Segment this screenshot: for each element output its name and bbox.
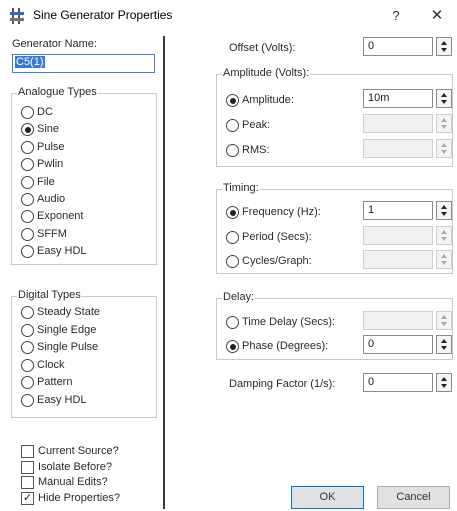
peak-radio[interactable] bbox=[226, 119, 239, 132]
analogue-type-label: Pulse bbox=[37, 140, 65, 153]
cancel-button[interactable]: Cancel bbox=[377, 486, 450, 509]
option-checkbox[interactable] bbox=[21, 476, 34, 490]
cycles-label: Cycles/Graph: bbox=[242, 255, 312, 267]
analogue-type-label: File bbox=[37, 175, 55, 188]
generator-name-value: C5(1) bbox=[15, 56, 45, 68]
generator-app-icon bbox=[10, 8, 24, 24]
rms-input[interactable] bbox=[363, 139, 433, 158]
period-input[interactable] bbox=[363, 226, 433, 245]
delay-title: Delay: bbox=[222, 291, 256, 303]
analogue-type-label: Exponent bbox=[37, 210, 84, 223]
digital-type-label: Single Pulse bbox=[37, 341, 99, 354]
option-checkbox-label: Current Source? bbox=[38, 445, 119, 457]
option-checkbox[interactable] bbox=[21, 460, 34, 474]
offset-input[interactable]: 0 bbox=[363, 37, 433, 56]
analogue-type-radio[interactable] bbox=[21, 175, 34, 189]
frequency-label: Frequency (Hz): bbox=[242, 206, 321, 218]
cycles-spinner[interactable] bbox=[436, 250, 452, 269]
digital-types-title: Digital Types bbox=[17, 289, 82, 301]
amplitude-spinner[interactable] bbox=[436, 89, 452, 108]
peak-label: Peak: bbox=[242, 119, 271, 131]
cycles-radio[interactable] bbox=[226, 255, 239, 268]
rms-radio[interactable] bbox=[226, 144, 239, 157]
frequency-spinner[interactable] bbox=[436, 201, 452, 220]
damping-spinner[interactable] bbox=[436, 373, 452, 392]
analogue-type-radio[interactable] bbox=[21, 140, 34, 154]
amplitude-title: Amplitude (Volts): bbox=[222, 67, 311, 79]
analogue-type-label: Easy HDL bbox=[37, 245, 87, 258]
analogue-type-label: Sine bbox=[37, 123, 60, 136]
offset-label: Offset (Volts): bbox=[229, 42, 296, 54]
period-label: Period (Secs): bbox=[242, 231, 312, 243]
window-title: Sine Generator Properties bbox=[33, 8, 173, 22]
digital-type-label: Easy HDL bbox=[37, 394, 87, 406]
phase-input[interactable]: 0 bbox=[363, 335, 433, 354]
digital-type-radio[interactable] bbox=[21, 323, 34, 337]
digital-type-label: Pattern bbox=[37, 376, 73, 389]
analogue-type-label: Pwlin bbox=[37, 158, 64, 171]
column-divider bbox=[163, 36, 165, 509]
ok-button[interactable]: OK bbox=[291, 486, 364, 509]
phase-spinner[interactable] bbox=[436, 335, 452, 354]
amplitude-label: Amplitude: bbox=[242, 94, 294, 106]
close-button[interactable]: ✕ bbox=[426, 6, 448, 26]
analogue-type-label: SFFM bbox=[37, 227, 67, 240]
peak-spinner[interactable] bbox=[436, 114, 452, 133]
generator-name-label: Generator Name: bbox=[12, 38, 97, 50]
digital-type-radio[interactable] bbox=[21, 306, 34, 319]
amplitude-input[interactable]: 10m bbox=[363, 89, 433, 108]
analogue-type-radio[interactable] bbox=[21, 193, 34, 206]
frequency-input[interactable]: 1 bbox=[363, 201, 433, 220]
offset-spinner[interactable] bbox=[436, 37, 452, 56]
digital-type-radio[interactable] bbox=[21, 358, 34, 372]
period-spinner[interactable] bbox=[436, 226, 452, 245]
time-delay-radio[interactable] bbox=[226, 316, 239, 329]
time-delay-label: Time Delay (Secs): bbox=[242, 316, 336, 328]
damping-label: Damping Factor (1/s): bbox=[229, 378, 336, 390]
analogue-type-label: DC bbox=[37, 106, 53, 118]
rms-label: RMS: bbox=[242, 144, 270, 156]
amplitude-radio[interactable] bbox=[226, 94, 239, 107]
time-delay-input[interactable] bbox=[363, 311, 433, 330]
digital-type-label: Steady State bbox=[37, 306, 100, 318]
generator-name-input[interactable]: C5(1) bbox=[12, 54, 155, 73]
digital-type-label: Single Edge bbox=[37, 323, 97, 336]
analogue-types-title: Analogue Types bbox=[17, 86, 98, 98]
frequency-radio[interactable] bbox=[226, 206, 239, 219]
damping-input[interactable]: 0 bbox=[363, 373, 433, 392]
option-checkbox-label: Manual Edits? bbox=[38, 476, 108, 489]
option-checkbox[interactable]: ✓ bbox=[21, 491, 34, 505]
cycles-input[interactable] bbox=[363, 250, 433, 269]
analogue-type-label: Audio bbox=[37, 193, 66, 205]
timing-title: Timing: bbox=[222, 182, 260, 194]
option-checkbox-label: Hide Properties? bbox=[38, 491, 120, 504]
peak-input[interactable] bbox=[363, 114, 433, 133]
analogue-type-radio[interactable] bbox=[21, 106, 34, 119]
analogue-type-radio[interactable] bbox=[21, 227, 34, 241]
time-delay-spinner[interactable] bbox=[436, 311, 452, 330]
digital-type-label: Clock bbox=[37, 358, 65, 371]
rms-spinner[interactable] bbox=[436, 139, 452, 158]
phase-radio[interactable] bbox=[226, 340, 239, 353]
option-checkbox[interactable] bbox=[21, 445, 34, 458]
digital-type-radio[interactable] bbox=[21, 394, 34, 407]
phase-label: Phase (Degrees): bbox=[242, 340, 329, 352]
period-radio[interactable] bbox=[226, 231, 239, 244]
option-checkbox-label: Isolate Before? bbox=[38, 460, 112, 473]
help-button[interactable]: ? bbox=[386, 6, 406, 26]
